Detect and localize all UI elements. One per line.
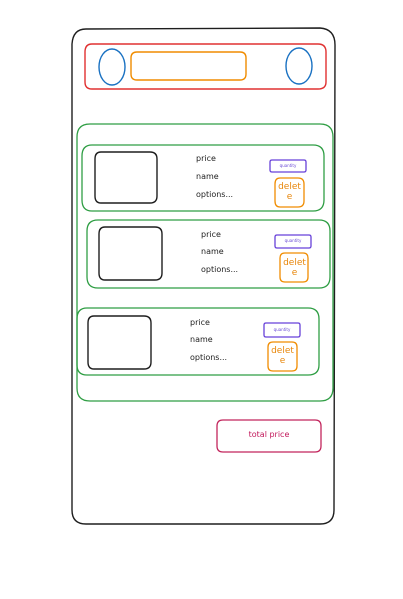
item-price-label: price [190,318,210,327]
item-options-label: options... [190,353,228,362]
quantity-label: quantity [284,238,302,243]
item-price-label: price [196,154,216,163]
quantity-label: quantity [273,327,291,332]
header-bar [84,43,327,90]
item-name-label: name [196,172,219,181]
item-price-label: price [201,230,221,239]
delete-label: delete [271,346,294,366]
item-options-label: options... [201,265,239,274]
item-options-label: options... [196,190,234,199]
delete-label: delete [278,182,301,202]
item-name-label: name [190,335,213,344]
menu-button-icon[interactable] [98,48,126,86]
wireframe-canvas [71,27,336,525]
product-image-placeholder [94,151,158,204]
product-image-placeholder [87,315,152,370]
search-bar[interactable] [130,51,247,81]
cart-button-icon[interactable] [285,47,313,85]
product-image-placeholder [98,226,163,281]
total-price-label: total price [248,430,290,439]
quantity-label: quantity [279,163,297,168]
delete-label: delete [283,258,306,278]
item-name-label: name [201,247,224,256]
